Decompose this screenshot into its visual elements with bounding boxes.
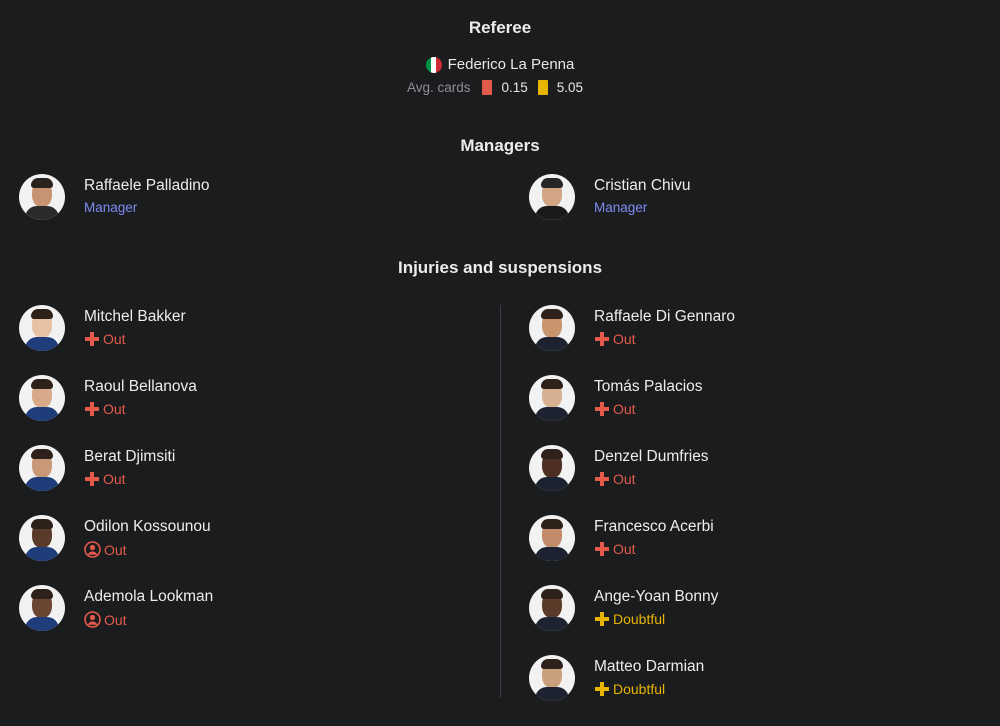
player-avatar bbox=[529, 305, 575, 351]
injury-cross-icon bbox=[594, 541, 613, 557]
referee-avg-cards: Avg. cards 0.15 5.05 bbox=[0, 80, 1000, 95]
injured-player[interactable]: Berat Djimsiti Out bbox=[19, 445, 175, 491]
status-label: Out bbox=[613, 541, 636, 557]
player-status: Out bbox=[594, 541, 714, 557]
player-name: Raffaele Di Gennaro bbox=[594, 308, 736, 325]
injury-cross-icon bbox=[594, 611, 613, 627]
player-status: Out bbox=[594, 331, 735, 347]
referee-name[interactable]: Federico La Penna bbox=[448, 56, 575, 73]
manager-role: Manager bbox=[84, 200, 138, 215]
player-avatar bbox=[529, 445, 575, 491]
player-name: Berat Djimsiti bbox=[84, 448, 176, 465]
injury-cross-icon bbox=[594, 331, 613, 347]
player-name: Raoul Bellanova bbox=[84, 378, 197, 395]
column-divider bbox=[500, 305, 501, 698]
manager-name: Cristian Chivu bbox=[594, 177, 691, 194]
person-absent-icon bbox=[84, 611, 104, 628]
injury-cross-icon bbox=[84, 401, 103, 417]
injury-cross-icon bbox=[594, 401, 613, 417]
player-status: Doubtful bbox=[594, 611, 718, 627]
injured-player[interactable]: Tomás Palacios Out bbox=[529, 375, 703, 421]
red-card-icon bbox=[482, 80, 493, 95]
player-name: Mitchel Bakker bbox=[84, 308, 186, 325]
injured-player[interactable]: Raoul Bellanova Out bbox=[19, 375, 197, 421]
status-label: Doubtful bbox=[613, 681, 666, 697]
injury-cross-icon bbox=[594, 471, 613, 487]
yellow-card-icon bbox=[537, 80, 548, 95]
player-status: Doubtful bbox=[594, 681, 704, 697]
player-name: Matteo Darmian bbox=[594, 658, 705, 675]
player-avatar bbox=[529, 515, 575, 561]
injury-cross-icon bbox=[84, 471, 103, 487]
injury-cross-icon bbox=[594, 681, 613, 697]
status-label: Out bbox=[103, 401, 126, 417]
manager-avatar bbox=[19, 174, 65, 220]
player-status: Out bbox=[84, 611, 213, 628]
referee-section-title: Referee bbox=[468, 18, 532, 37]
injured-player[interactable]: Francesco Acerbi Out bbox=[529, 515, 714, 561]
injured-player[interactable]: Matteo Darmian Doubtful bbox=[529, 655, 704, 701]
status-label: Out bbox=[613, 471, 636, 487]
avg-cards-label: Avg. cards bbox=[406, 80, 471, 95]
player-avatar bbox=[19, 445, 65, 491]
injury-cross-icon bbox=[84, 331, 103, 347]
red-card-avg: 0.15 bbox=[501, 80, 528, 95]
player-name: Ademola Lookman bbox=[84, 588, 214, 605]
manager-role: Manager bbox=[594, 200, 648, 215]
injuries-section-title: Injuries and suspensions bbox=[397, 258, 603, 277]
player-status: Out bbox=[84, 401, 197, 417]
player-avatar bbox=[19, 585, 65, 631]
player-avatar bbox=[529, 375, 575, 421]
status-label: Doubtful bbox=[613, 611, 666, 627]
player-status: Out bbox=[84, 331, 186, 347]
player-status: Out bbox=[84, 541, 211, 558]
injured-player[interactable]: Ademola Lookman Out bbox=[19, 585, 213, 631]
referee-row: Federico La Penna bbox=[0, 56, 1000, 73]
player-status: Out bbox=[594, 401, 703, 417]
player-status: Out bbox=[84, 471, 175, 487]
status-label: Out bbox=[613, 401, 636, 417]
manager-home[interactable]: Raffaele Palladino Manager bbox=[19, 174, 210, 220]
player-name: Denzel Dumfries bbox=[594, 448, 709, 465]
managers-section-title: Managers bbox=[460, 136, 540, 155]
player-status: Out bbox=[594, 471, 709, 487]
player-avatar bbox=[529, 585, 575, 631]
player-avatar bbox=[529, 655, 575, 701]
injured-player[interactable]: Odilon Kossounou Out bbox=[19, 515, 211, 561]
manager-away[interactable]: Cristian Chivu Manager bbox=[529, 174, 690, 220]
player-avatar bbox=[19, 375, 65, 421]
manager-avatar bbox=[529, 174, 575, 220]
injured-player[interactable]: Raffaele Di Gennaro Out bbox=[529, 305, 735, 351]
status-label: Out bbox=[104, 541, 127, 558]
status-label: Out bbox=[103, 471, 126, 487]
player-name: Odilon Kossounou bbox=[84, 518, 211, 535]
player-name: Francesco Acerbi bbox=[594, 518, 714, 535]
manager-name: Raffaele Palladino bbox=[84, 177, 210, 194]
player-name: Ange-Yoan Bonny bbox=[594, 588, 719, 605]
italy-flag-icon bbox=[425, 56, 442, 73]
person-absent-icon bbox=[84, 541, 104, 558]
status-label: Out bbox=[103, 331, 126, 347]
injured-player[interactable]: Mitchel Bakker Out bbox=[19, 305, 186, 351]
player-avatar bbox=[19, 305, 65, 351]
yellow-card-avg: 5.05 bbox=[556, 80, 584, 95]
injured-player[interactable]: Ange-Yoan Bonny Doubtful bbox=[529, 585, 718, 631]
injured-player[interactable]: Denzel Dumfries Out bbox=[529, 445, 709, 491]
status-label: Out bbox=[104, 611, 127, 628]
player-avatar bbox=[19, 515, 65, 561]
player-name: Tomás Palacios bbox=[594, 378, 703, 395]
status-label: Out bbox=[613, 331, 636, 347]
